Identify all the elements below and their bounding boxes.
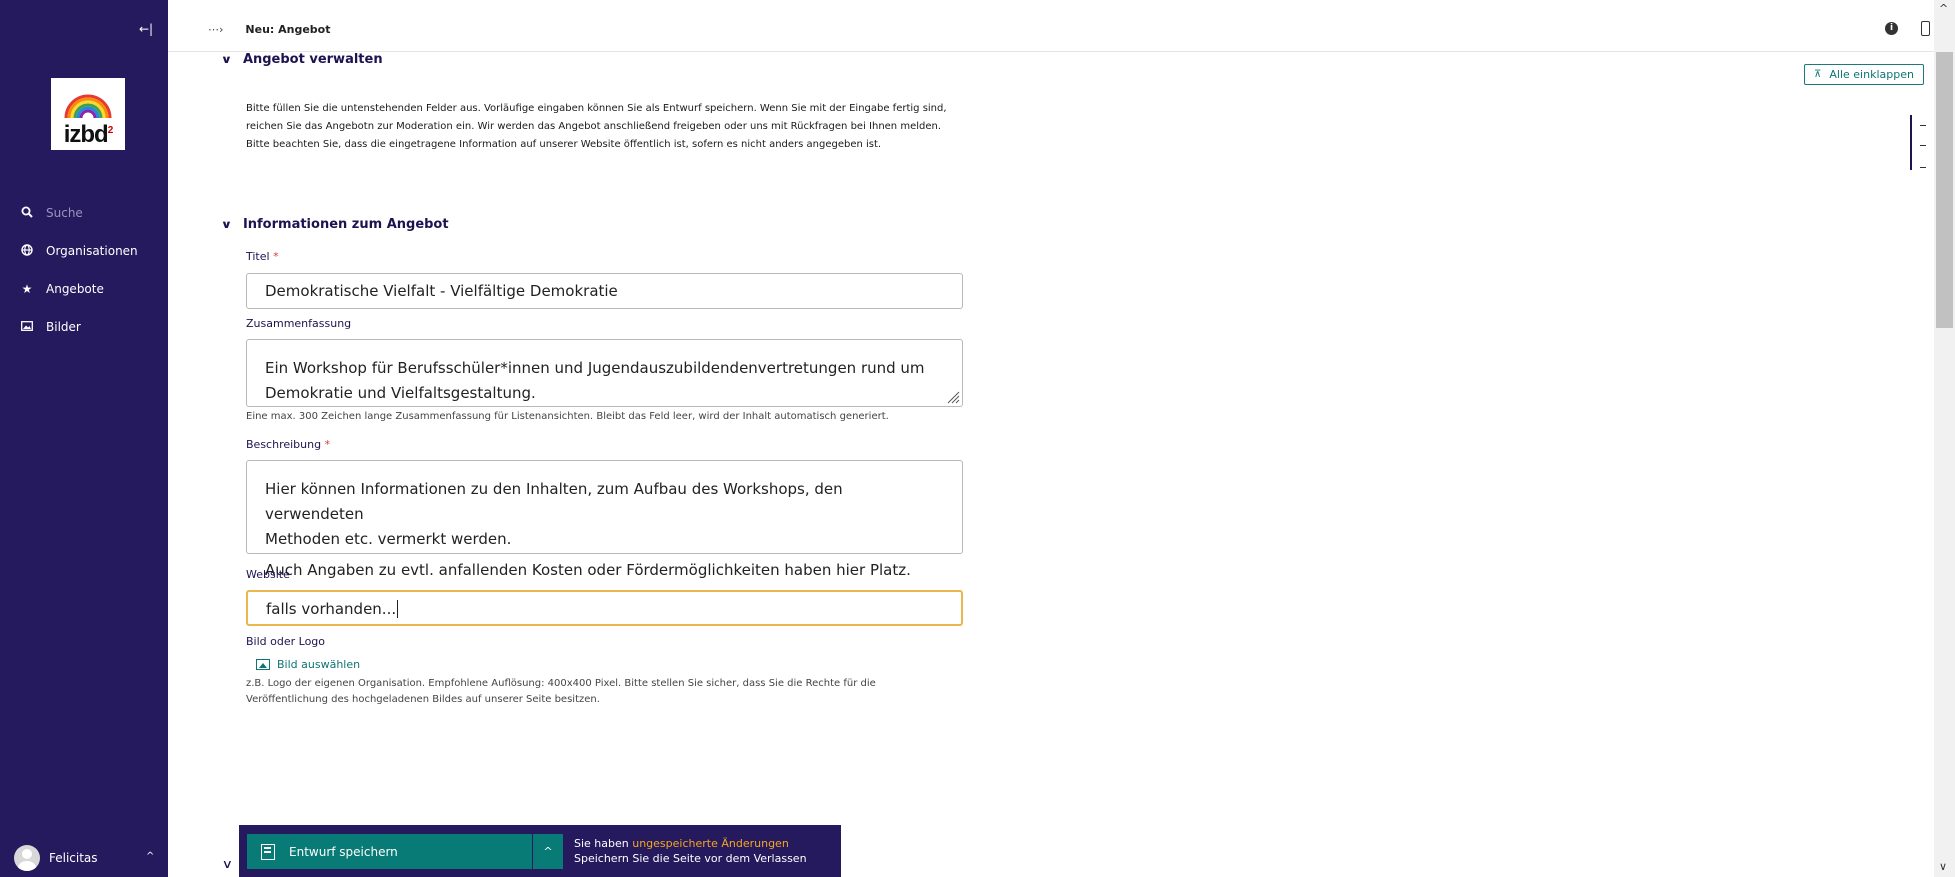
chevron-up-icon: ^ [146, 851, 155, 862]
section-title: Angebot verwalten [242, 52, 383, 67]
website-input[interactable]: falls vorhanden... [246, 590, 963, 626]
sidebar-item-angebote[interactable]: ★ Angebote [0, 270, 168, 308]
minimap-item[interactable] [1920, 145, 1926, 146]
section-minimap[interactable] [1910, 115, 1930, 175]
globe-icon [20, 243, 34, 259]
user-name: Felicitas [49, 851, 98, 865]
title-label: Titel * [246, 250, 279, 263]
top-bar: ⋯› Neu: Angebot i [168, 8, 1934, 52]
summary-textarea[interactable]: Ein Workshop für Berufsschüler*innen und… [246, 339, 963, 407]
choose-image-button[interactable]: Bild auswählen [256, 658, 360, 671]
image-icon [20, 320, 34, 334]
summary-help: Eine max. 300 Zeichen lange Zusammenfass… [246, 411, 889, 422]
section-informationen[interactable]: ∨ Informationen zum Angebot [221, 217, 449, 232]
sidebar-item-label: Bilder [46, 320, 81, 334]
description-editor[interactable]: Hier können Informationen zu den Inhalte… [246, 460, 963, 579]
info-icon[interactable]: i [1885, 22, 1898, 35]
scroll-down-icon[interactable]: ∨ [1939, 860, 1947, 873]
search-icon [20, 206, 34, 221]
rainbow-icon [64, 94, 112, 118]
sidebar-item-label: Angebote [46, 282, 104, 296]
image-icon [256, 659, 270, 670]
minimap-item[interactable] [1920, 125, 1926, 126]
collapse-all-label: Alle einklappen [1829, 68, 1914, 81]
breadcrumb: Neu: Angebot [245, 23, 331, 36]
save-options-toggle[interactable]: ^ [533, 834, 563, 869]
logo-text: izbd2 [63, 121, 113, 148]
logo[interactable]: izbd2 [51, 78, 125, 150]
collapse-left-icon[interactable]: ←| [139, 22, 153, 36]
title-input[interactable]: Demokratische Vielfalt - Vielfältige Dem… [246, 273, 963, 309]
intro-line: reichen Sie das Angebotn zur Moderation … [246, 121, 942, 132]
intro-text: Bitte füllen Sie die untenstehenden Feld… [246, 100, 1046, 154]
image-help: z.B. Logo der eigenen Organisation. Empf… [246, 678, 876, 705]
scrollbar[interactable]: ^ ∨ [1934, 0, 1955, 877]
save-bar: Entwurf speichern ^ Sie haben ungespeich… [239, 825, 841, 877]
chevron-down-icon[interactable]: ∨ [221, 53, 233, 66]
collapse-up-icon: ⊼ [1814, 69, 1822, 80]
sidebar: ←| izbd2 Suche Organisationen ★ Angebote… [0, 0, 168, 877]
sidebar-search-label: Suche [46, 206, 83, 220]
scroll-up-icon[interactable]: ^ [1939, 2, 1948, 15]
chevron-up-icon: ^ [543, 845, 553, 858]
star-icon: ★ [21, 282, 33, 296]
section-title: Informationen zum Angebot [242, 217, 449, 232]
menu-arrow-icon[interactable]: ⋯› [208, 23, 223, 36]
save-draft-button[interactable]: Entwurf speichern [247, 834, 532, 869]
chevron-down-icon[interactable]: ∨ [221, 218, 233, 231]
sidebar-nav: Suche Organisationen ★ Angebote Bilder [0, 194, 168, 346]
unsaved-message: Sie haben ungespeicherte Änderungen Spei… [574, 837, 807, 865]
draft-icon [261, 843, 275, 860]
sidebar-item-bilder[interactable]: Bilder [0, 308, 168, 346]
user-menu[interactable]: Felicitas ^ [14, 845, 154, 871]
section-angebot-verwalten[interactable]: ∨ Angebot verwalten [221, 52, 383, 67]
intro-line: Bitte beachten Sie, dass die eingetragen… [246, 139, 882, 150]
avatar [14, 845, 40, 871]
minimap-indicator [1910, 115, 1912, 170]
mobile-preview-icon[interactable] [1921, 21, 1930, 36]
sidebar-search[interactable]: Suche [0, 194, 168, 232]
image-label: Bild oder Logo [246, 635, 326, 648]
website-label: Website [246, 568, 290, 581]
description-label: Beschreibung * [246, 438, 331, 451]
sidebar-item-label: Organisationen [46, 244, 138, 258]
intro-line: Bitte füllen Sie die untenstehenden Feld… [246, 103, 947, 114]
main-content: ∨ Angebot verwalten ⊼ Alle einklappen Bi… [168, 52, 1934, 877]
resize-grip-icon[interactable] [946, 390, 960, 404]
summary-label: Zusammenfassung [246, 317, 352, 330]
chevron-down-icon[interactable]: ∨ [222, 857, 233, 871]
minimap-item[interactable] [1920, 167, 1926, 168]
collapse-all-button[interactable]: ⊼ Alle einklappen [1804, 64, 1924, 85]
save-draft-label: Entwurf speichern [289, 844, 398, 859]
scrollbar-thumb[interactable] [1936, 52, 1953, 328]
sidebar-item-organisationen[interactable]: Organisationen [0, 232, 168, 270]
